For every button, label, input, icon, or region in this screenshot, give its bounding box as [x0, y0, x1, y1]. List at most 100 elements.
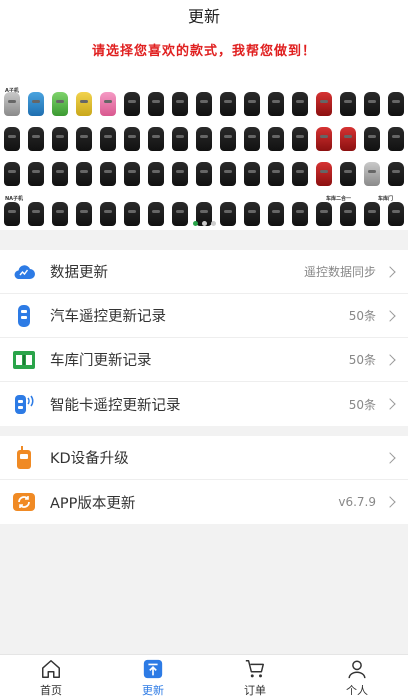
remote-key-image	[100, 162, 116, 186]
banner-carousel[interactable]: 请选择您喜欢的款式，我帮您做到！ A子机 NA子机 车库二合一 车库门	[0, 30, 408, 230]
item-right-text: 50条	[348, 353, 376, 367]
remote-key-image	[196, 127, 212, 151]
remote-key-image	[52, 92, 68, 116]
remote-key-image	[220, 127, 236, 151]
remote-key-image	[220, 162, 236, 186]
remote-key-image	[244, 162, 260, 186]
item-right-text: v6.7.9	[338, 495, 376, 509]
data-update-item[interactable]: 数据更新 遥控数据同步	[0, 250, 408, 294]
remote-key-image	[148, 127, 164, 151]
kd-device-icon	[12, 445, 36, 470]
remote-key-image	[316, 92, 332, 116]
item-label: KD设备升级	[50, 451, 129, 467]
remote-key-image	[76, 92, 92, 116]
item-right-text: 50条	[348, 309, 376, 323]
remote-key-image	[76, 162, 92, 186]
remote-key-image	[292, 92, 308, 116]
carousel-dot	[192, 221, 198, 226]
remote-key-image	[388, 92, 404, 116]
item-right-text: 遥控数据同步	[303, 265, 376, 279]
banner-slogan: 请选择您喜欢的款式，我帮您做到！	[91, 44, 316, 59]
remote-key-image	[292, 127, 308, 151]
update-list: 数据更新 遥控数据同步 汽车遥控更新记录 50条 车库门更新记录 50条 智能卡…	[0, 250, 408, 426]
remote-key-image	[244, 92, 260, 116]
tab-home[interactable]: 首页	[0, 655, 102, 700]
item-label: 汽车遥控更新记录	[50, 309, 166, 325]
remote-key-row	[4, 92, 404, 116]
item-label: 数据更新	[50, 265, 108, 281]
banner-row-label: 车库门	[378, 196, 394, 202]
page-title: 更新	[187, 7, 220, 26]
remote-key-image	[196, 162, 212, 186]
carousel-dot	[201, 221, 207, 226]
tab-label: 个人	[346, 683, 368, 697]
remote-key-image	[364, 92, 380, 116]
remote-key-image	[268, 162, 284, 186]
remote-key-image	[28, 92, 44, 116]
remote-key-image	[388, 162, 404, 186]
tab-orders[interactable]: 订单	[204, 655, 306, 700]
garage-door-record-item[interactable]: 车库门更新记录 50条	[0, 338, 408, 382]
remote-key-image	[268, 92, 284, 116]
remote-key-image	[28, 127, 44, 151]
remote-key-image	[364, 162, 380, 186]
tab-update[interactable]: 更新	[102, 655, 204, 700]
item-right-text: 50条	[348, 397, 376, 412]
smart-card-record-item[interactable]: 智能卡遥控更新记录 50条	[0, 382, 408, 426]
car-remote-record-item[interactable]: 汽车遥控更新记录 50条	[0, 294, 408, 338]
remote-key-image	[292, 162, 308, 186]
tab-profile[interactable]: 个人	[306, 655, 408, 700]
remote-key-image	[100, 127, 116, 151]
item-label: 智能卡遥控更新记录	[50, 397, 181, 414]
tab-label: 首页	[40, 683, 62, 697]
remote-key-row	[4, 162, 404, 186]
chevron-right-icon	[384, 496, 396, 508]
update-icon	[143, 659, 163, 678]
kd-device-upgrade-item[interactable]: KD设备升级	[0, 436, 408, 480]
app-version-update-item[interactable]: APP版本更新 v6.7.9	[0, 480, 408, 524]
garage-door-icon	[12, 348, 36, 372]
remote-key-image	[52, 162, 68, 186]
smart-card-icon	[12, 392, 36, 416]
chevron-right-icon	[384, 353, 396, 366]
remote-key-image	[100, 92, 116, 116]
item-label: APP版本更新	[50, 495, 136, 512]
remote-key-image	[52, 127, 68, 151]
remote-key-image	[340, 127, 356, 151]
remote-key-row	[4, 127, 404, 151]
remote-key-image	[340, 162, 356, 186]
remote-key-image	[244, 127, 260, 151]
remote-key-image	[172, 92, 188, 116]
person-icon	[348, 659, 366, 678]
remote-key-image	[364, 127, 380, 151]
tab-label: 更新	[142, 683, 164, 697]
banner-row-label: NA子机	[5, 196, 24, 202]
chevron-right-icon	[384, 309, 396, 322]
remote-key-image	[4, 92, 20, 116]
remote-key-image	[124, 92, 140, 116]
remote-key-image	[220, 92, 236, 116]
remote-key-image	[316, 162, 332, 186]
cart-icon	[245, 659, 264, 677]
tab-label: 订单	[244, 683, 266, 697]
remote-key-image	[316, 127, 332, 151]
banner-row-label: 车库二合一	[326, 196, 352, 202]
device-list: KD设备升级 APP版本更新 v6.7.9	[0, 436, 408, 524]
chevron-right-icon	[384, 398, 396, 410]
remote-key-image	[268, 127, 284, 151]
remote-key-image	[196, 92, 212, 116]
app-update-icon	[12, 490, 36, 514]
page-header: 更新	[0, 0, 408, 30]
remote-key-image	[28, 162, 44, 186]
remote-key-image	[124, 162, 140, 186]
bottom-tab-bar: 首页 更新 订单 个人	[0, 654, 408, 700]
remote-key-image	[388, 127, 404, 151]
remote-key-image	[124, 127, 140, 151]
chevron-right-icon	[384, 265, 396, 278]
remote-key-image	[148, 92, 164, 116]
remote-key-image	[76, 127, 92, 151]
remote-key-image	[4, 127, 20, 151]
remote-key-image	[340, 92, 356, 116]
carousel-indicator	[0, 221, 408, 226]
remote-key-image	[148, 162, 164, 186]
